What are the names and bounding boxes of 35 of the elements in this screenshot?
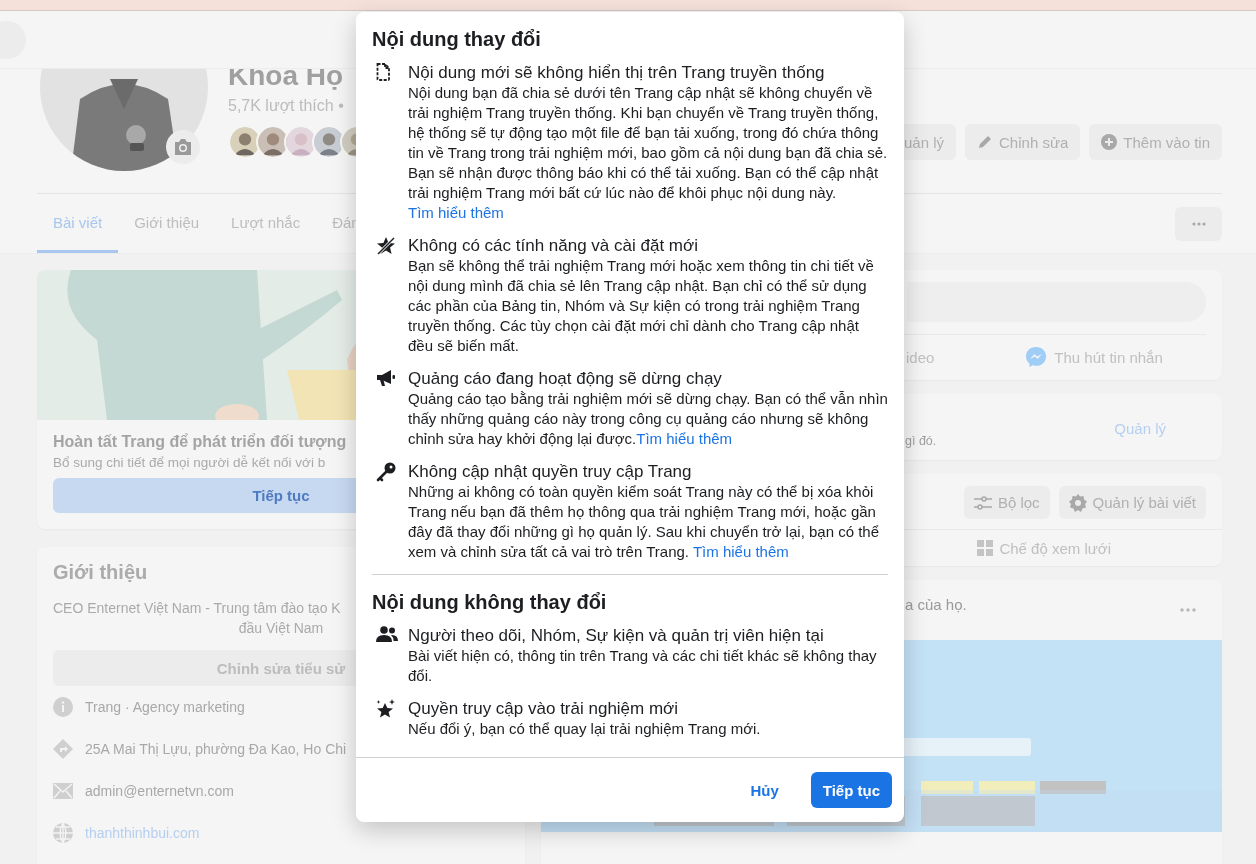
bio-text: CEO Enternet Việt Nam - Trung tâm đào tạo K (53, 599, 341, 618)
item-title: Nội dung mới sẽ không hiển thị trên Trang truyền thống (408, 62, 826, 83)
manage-posts-button[interactable]: Quản lý bài viết (1058, 486, 1206, 519)
tab[interactable]: Bài viết (37, 194, 119, 253)
detail-text: Trang · Agency marketing (85, 699, 245, 715)
item-title: Quyền truy cập vào trải nghiệm mới (408, 698, 680, 719)
tab[interactable]: Lượt nhắc (215, 194, 317, 253)
card-title: Giới thiệu (53, 561, 149, 584)
card-description: gì đó. (905, 434, 937, 448)
likes-count: 5,7K lượt thích • (228, 97, 345, 115)
item-title: Người theo dõi, Nhóm, Sự kiện và quản trị viên hiện tại (408, 625, 825, 646)
detail-text: admin@enternetvn.com (85, 783, 234, 799)
card-title: Hoàn tất Trang để phát triển đối tượng (53, 433, 347, 451)
add-to-story-button[interactable]: Thêm vào tin (1089, 124, 1222, 160)
learn-more-link[interactable]: Tìm hiểu thêm (636, 430, 733, 447)
cancel-button[interactable]: Hủy (730, 773, 799, 807)
edit-button[interactable]: Chỉnh sửa (965, 124, 1081, 160)
filter-button[interactable]: Bộ lọc (963, 486, 1050, 519)
learn-more-link[interactable]: Tìm hiểu thêm (692, 543, 789, 560)
tab[interactable]: Giới thiệu (118, 194, 216, 253)
continue-button[interactable]: Tiếp tục (810, 772, 892, 808)
item-description: Bạn sẽ không thể trải nghiệm Trang mới hoặc xem thông tin chi tiết về nội dung mình đã chia sẻ lên Trang cập nhật. Bạn chỉ có thể sử dụng các phần của Bảng tin, Nhóm và Sự kiện có trong trải nghiệm Trang truyền thống. Các tùy chọn cài đặt mới chỉ dành cho Trang cập nhật đều sẽ biến mất. (408, 256, 875, 356)
manage-link[interactable]: Quản lý (1114, 420, 1166, 437)
section-title: Nội dung thay đổi (372, 27, 542, 52)
item-description: Quảng cáo tạo bằng trải nghiệm mới sẽ dừng chạy. Bạn có thể vẫn nhìn thấy những quảng cáo này trong công cụ quảng cáo nhưng sẽ không chỉnh sửa hay khởi động lại được.Tìm hiểu thêm (408, 389, 888, 449)
section-title: Nội dung không thay đổi (372, 590, 608, 615)
detail-text: 25A Mai Thị Lựu, phường Đa Kao, Ho Chi (85, 741, 347, 757)
item-title: Quảng cáo đang hoạt động sẽ dừng chạy (408, 368, 723, 389)
item-title: Không có các tính năng và cài đặt mới (408, 235, 699, 256)
bio-text: đầu Việt Nam (238, 619, 324, 638)
item-description: Nếu đổi ý, bạn có thể quay lại trải nghiệm Trang mới. (408, 719, 762, 739)
website-link[interactable]: thanhthinhbui.com (85, 825, 200, 841)
learn-more-link[interactable]: Tìm hiểu thêm (408, 204, 504, 221)
post-text: a của họ. (905, 595, 967, 613)
card-description: Bổ sung chi tiết để mọi người dễ kết nối với b (53, 455, 326, 470)
